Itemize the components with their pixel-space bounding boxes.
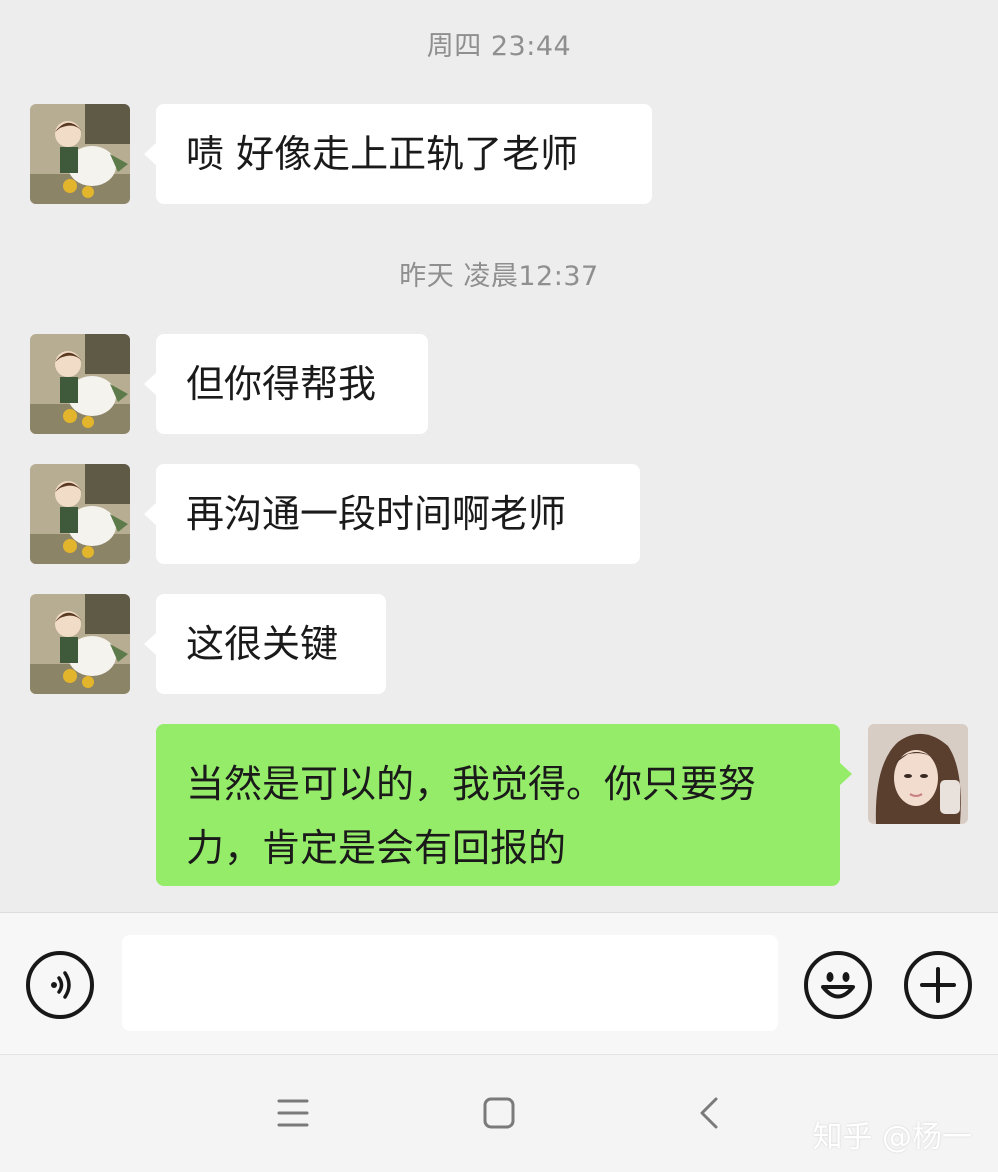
back-chevron-icon: [700, 1097, 718, 1129]
timestamp: 昨天 凌晨12:37: [399, 261, 599, 292]
message-bubble-received[interactable]: 再沟通一段时间啊老师: [144, 464, 640, 564]
message-text: 再沟通一段时间啊老师: [186, 492, 567, 536]
contact-avatar-image: [30, 104, 130, 204]
message-text: 啧 好像走上正轨了老师: [186, 132, 579, 176]
contact-avatar-image: [30, 594, 130, 694]
back-button[interactable]: [694, 1093, 724, 1137]
contact-avatar[interactable]: [30, 104, 130, 204]
input-bar: [0, 912, 998, 1054]
message-text: 这很关键: [186, 622, 339, 666]
menu-button[interactable]: [276, 1093, 310, 1137]
contact-avatar[interactable]: [30, 594, 130, 694]
message-text-line: 当然是可以的，我觉得。你只要努: [186, 762, 757, 806]
message-text: 但你得帮我: [186, 362, 377, 406]
message-bubble-received[interactable]: 啧 好像走上正轨了老师: [144, 104, 652, 204]
timestamp: 周四 23:44: [426, 31, 572, 62]
my-avatar[interactable]: [868, 724, 968, 824]
watermark: 知乎 @杨一: [812, 1120, 972, 1155]
voice-icon: [51, 971, 71, 999]
plus-icon: [920, 967, 956, 1003]
contact-avatar[interactable]: [30, 464, 130, 564]
chat-area[interactable]: 周四 23:44 啧 好像走上正轨了老师 昨天 凌晨12:37 但你得帮我 再沟…: [0, 0, 998, 912]
menu-icon: [277, 1099, 309, 1127]
my-avatar-image: [868, 724, 968, 824]
home-square-icon: [483, 1097, 515, 1129]
add-button[interactable]: [904, 951, 972, 1019]
message-input[interactable]: [122, 935, 778, 1031]
message-text-line: 力，肯定是会有回报的: [186, 826, 567, 870]
message-bubble-received[interactable]: 但你得帮我: [144, 334, 428, 434]
voice-button[interactable]: [26, 951, 94, 1019]
home-button[interactable]: [482, 1093, 516, 1137]
smiley-icon: [821, 972, 855, 999]
contact-avatar-image: [30, 464, 130, 564]
emoji-button[interactable]: [804, 951, 872, 1019]
contact-avatar[interactable]: [30, 334, 130, 434]
message-bubble-received[interactable]: 这很关键: [144, 594, 386, 694]
contact-avatar-image: [30, 334, 130, 434]
message-bubble-sent[interactable]: 当然是可以的，我觉得。你只要努 力，肯定是会有回报的: [156, 724, 852, 886]
